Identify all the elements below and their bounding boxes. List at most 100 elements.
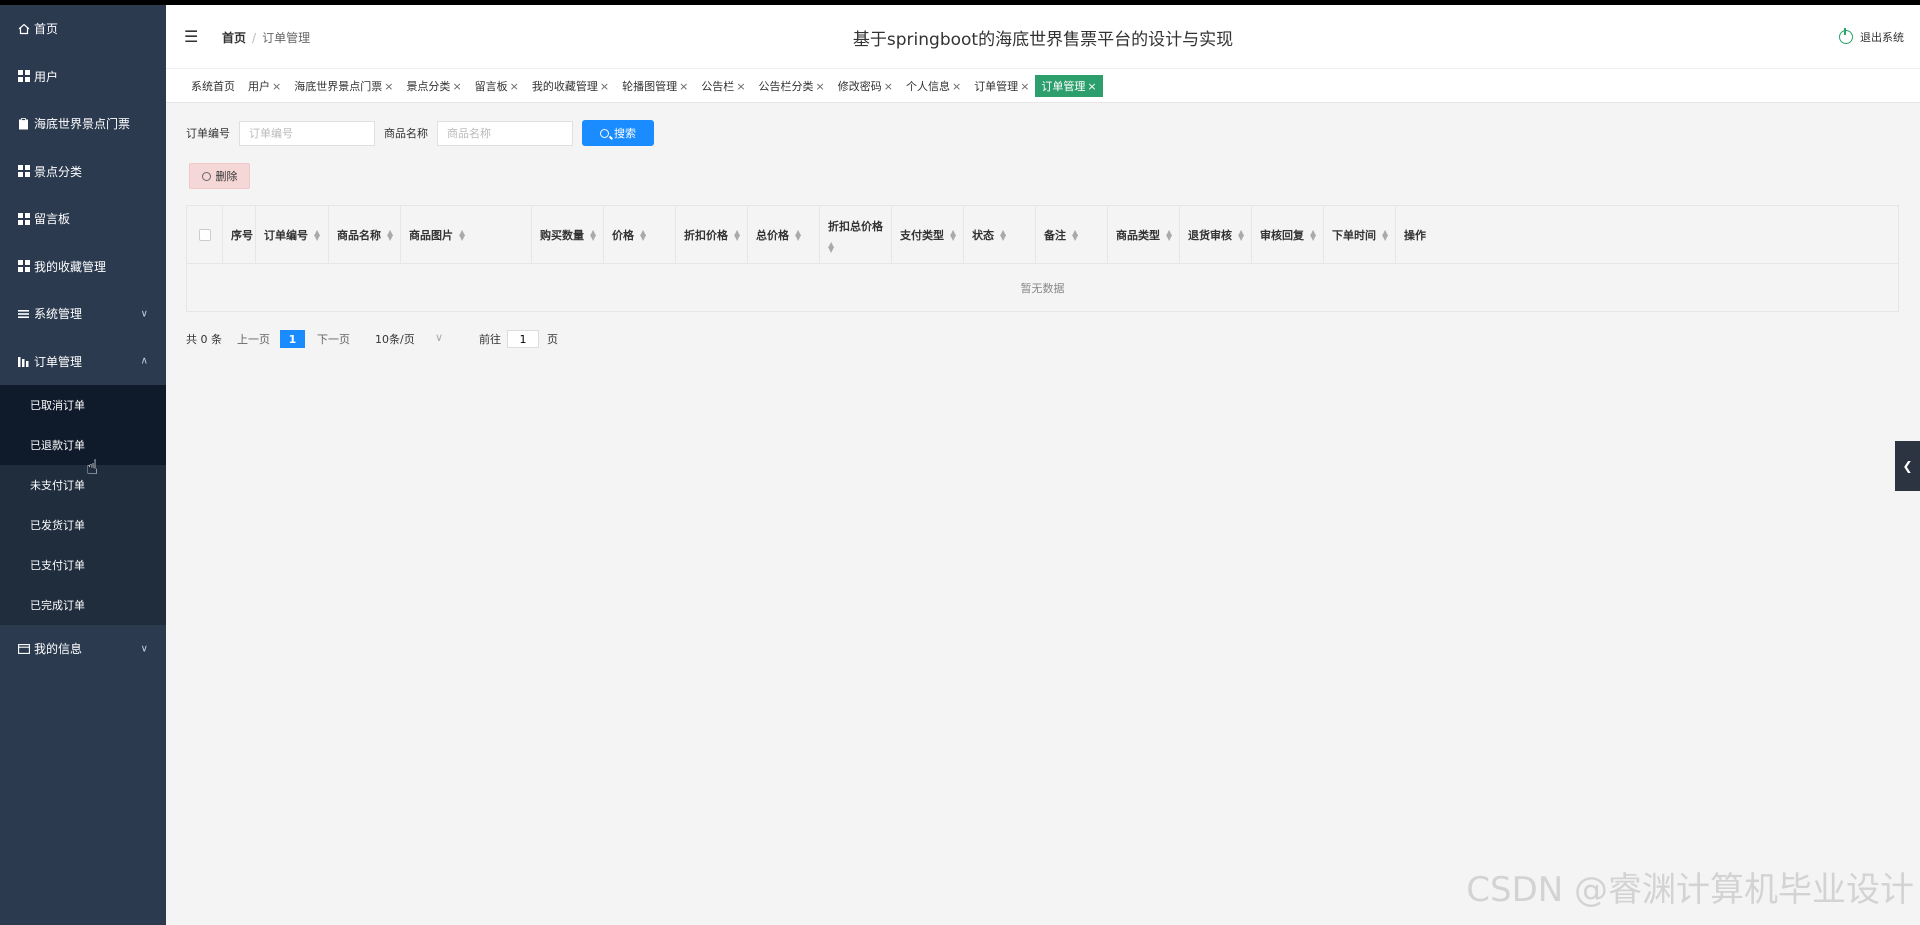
- column-header[interactable]: 价格 ▲ ▼: [604, 206, 676, 263]
- sort-icon[interactable]: ▲ ▼: [314, 228, 320, 241]
- close-icon[interactable]: ×: [816, 80, 825, 93]
- column-header[interactable]: 下单时间 ▲ ▼: [1324, 206, 1396, 263]
- sort-icon[interactable]: ▲ ▼: [1072, 228, 1078, 241]
- close-icon[interactable]: ×: [272, 80, 281, 93]
- orders-table: 序号 订单编号 ▲ ▼ 商品名称 ▲ ▼ 商品图片 ▲ ▼ 购买数量 ▲ ▼ 价格 ▲ ▼ 折扣价格 ▲ ▼ 总价格 ▲…: [186, 205, 1899, 312]
- sidebar-item-system[interactable]: 系统管理 ∨: [0, 290, 166, 338]
- sort-icon[interactable]: ▲ ▼: [1310, 228, 1316, 241]
- sidebar-item-users[interactable]: 用户: [0, 53, 166, 101]
- tab-label: 海底世界景点门票: [294, 79, 383, 93]
- sort-icon[interactable]: ▲ ▼: [590, 228, 596, 241]
- close-icon[interactable]: ×: [952, 80, 961, 93]
- column-header[interactable]: 支付类型 ▲ ▼: [892, 206, 964, 263]
- column-header[interactable]: 审核回复 ▲ ▼: [1252, 206, 1324, 263]
- tab-item[interactable]: 修改密码 ×: [838, 78, 893, 94]
- submenu-item-label: 已退款订单: [30, 439, 85, 452]
- prev-page-button[interactable]: 上一页: [237, 331, 270, 347]
- submenu-item-label: 已取消订单: [30, 399, 85, 412]
- tab-item[interactable]: 订单管理 ×: [974, 78, 1029, 94]
- chevron-down-icon: ∨: [434, 331, 443, 344]
- search-button[interactable]: 搜索: [582, 120, 654, 146]
- column-header[interactable]: 折扣总价格 ▲ ▼: [820, 206, 892, 263]
- product-name-input[interactable]: [437, 120, 573, 146]
- page-number-current[interactable]: 1: [280, 330, 305, 348]
- tab-item[interactable]: 公告栏分类 ×: [759, 78, 825, 94]
- submenu-item-shipped[interactable]: 已发货订单: [0, 505, 166, 545]
- column-header[interactable]: 总价格 ▲ ▼: [748, 206, 820, 263]
- tab-item[interactable]: 公告栏 ×: [701, 78, 745, 94]
- sidebar-item-tickets[interactable]: 海底世界景点门票: [0, 100, 166, 148]
- delete-button[interactable]: 删除: [189, 163, 250, 189]
- submenu-item-refunded[interactable]: 已退款订单: [0, 425, 166, 465]
- column-header[interactable]: 商品图片 ▲ ▼: [401, 206, 532, 263]
- column-header[interactable]: 订单编号 ▲ ▼: [256, 206, 329, 263]
- column-header[interactable]: 状态 ▲ ▼: [964, 206, 1036, 263]
- select-all-checkbox[interactable]: [198, 228, 211, 241]
- sidebar-item-message-board[interactable]: 留言板: [0, 195, 166, 243]
- tab-item[interactable]: 景点分类 ×: [406, 78, 461, 94]
- next-page-button[interactable]: 下一页: [317, 331, 350, 347]
- close-icon[interactable]: ×: [510, 80, 519, 93]
- sidebar-item-label: 用户: [34, 69, 59, 84]
- submenu-item-paid[interactable]: 已支付订单: [0, 545, 166, 585]
- page-size-value: 10条/页: [375, 333, 415, 346]
- close-icon[interactable]: ×: [1087, 80, 1096, 93]
- submenu-item-cancelled[interactable]: 已取消订单: [0, 385, 166, 425]
- sort-icon[interactable]: ▲ ▼: [1382, 228, 1388, 241]
- sidebar-item-favorites[interactable]: 我的收藏管理: [0, 243, 166, 291]
- column-header-label: 备注: [1044, 228, 1066, 242]
- close-icon[interactable]: ×: [600, 80, 609, 93]
- sort-icon[interactable]: ▲ ▼: [640, 228, 646, 241]
- tab-label: 公告栏: [701, 79, 735, 93]
- sidebar-item-orders[interactable]: 订单管理 ∧: [0, 338, 166, 386]
- tab-item[interactable]: 留言板 ×: [475, 78, 519, 94]
- tab-item[interactable]: 个人信息 ×: [906, 78, 961, 94]
- column-header[interactable]: 商品类型 ▲ ▼: [1108, 206, 1180, 263]
- watermark: CSDN @睿渊计算机毕业设计: [1466, 870, 1914, 910]
- column-header[interactable]: 商品名称 ▲ ▼: [329, 206, 401, 263]
- column-header[interactable]: 折扣价格 ▲ ▼: [676, 206, 748, 263]
- sort-icon[interactable]: ▲ ▼: [1000, 228, 1006, 241]
- tab-item[interactable]: 海底世界景点门票 ×: [294, 78, 393, 94]
- sort-icon[interactable]: ▲ ▼: [795, 228, 801, 241]
- close-icon[interactable]: ×: [384, 80, 393, 93]
- sort-icon[interactable]: ▲ ▼: [950, 228, 956, 241]
- sort-icon[interactable]: ▲ ▼: [828, 240, 834, 253]
- close-icon[interactable]: ×: [884, 80, 893, 93]
- sidebar-item-my-info[interactable]: 我的信息 ∨: [0, 625, 166, 673]
- column-header-label: 总价格: [756, 228, 789, 242]
- close-icon[interactable]: ×: [1020, 80, 1029, 93]
- header: ☰ 首页 / 订单管理 基于springboot的海底世界售票平台的设计与实现 退出…: [166, 5, 1920, 69]
- sort-icon[interactable]: ▲ ▼: [387, 228, 393, 241]
- column-header[interactable]: 退货审核 ▲ ▼: [1180, 206, 1252, 263]
- tab-bar: 系统首页 用户 × 海底世界景点门票 × 景点分类 × 留言板 × 我的收藏管理 × 轮播图管理 × 公告…: [166, 69, 1920, 103]
- collapse-panel-button[interactable]: ❮: [1895, 441, 1920, 491]
- tab-label: 修改密码: [837, 79, 882, 93]
- sort-icon[interactable]: ▲ ▼: [459, 228, 465, 241]
- sidebar-item-home[interactable]: 首页: [0, 5, 166, 53]
- search-button-label: 搜索: [614, 128, 636, 140]
- logout-button[interactable]: 退出系统: [1839, 28, 1904, 45]
- sort-icon[interactable]: ▲ ▼: [1238, 228, 1244, 241]
- tab-label: 公告栏分类: [758, 79, 814, 93]
- goto-page-input[interactable]: [507, 330, 539, 348]
- tab-item[interactable]: 轮播图管理 ×: [622, 78, 688, 94]
- close-icon[interactable]: ×: [679, 80, 688, 93]
- sidebar-item-categories[interactable]: 景点分类: [0, 148, 166, 196]
- tab-item[interactable]: 我的收藏管理 ×: [532, 78, 609, 94]
- order-no-input[interactable]: [239, 120, 375, 146]
- column-header-label: 审核回复: [1260, 228, 1304, 242]
- column-header[interactable]: 备注 ▲ ▼: [1036, 206, 1108, 263]
- column-header[interactable]: 购买数量 ▲ ▼: [532, 206, 604, 263]
- tab-item[interactable]: 用户 ×: [248, 78, 281, 94]
- submenu-item-completed[interactable]: 已完成订单: [0, 585, 166, 625]
- page-size-select[interactable]: 10条/页 ∨: [375, 331, 443, 347]
- close-icon[interactable]: ×: [452, 80, 461, 93]
- tab-item[interactable]: 系统首页: [191, 78, 235, 94]
- sidebar-item-label: 景点分类: [34, 164, 83, 179]
- tab-item[interactable]: 订单管理 ×: [1035, 74, 1103, 97]
- sort-icon[interactable]: ▲ ▼: [734, 228, 740, 241]
- sort-icon[interactable]: ▲ ▼: [1166, 228, 1172, 241]
- submenu-item-unpaid[interactable]: 未支付订单: [0, 465, 166, 505]
- close-icon[interactable]: ×: [736, 80, 745, 93]
